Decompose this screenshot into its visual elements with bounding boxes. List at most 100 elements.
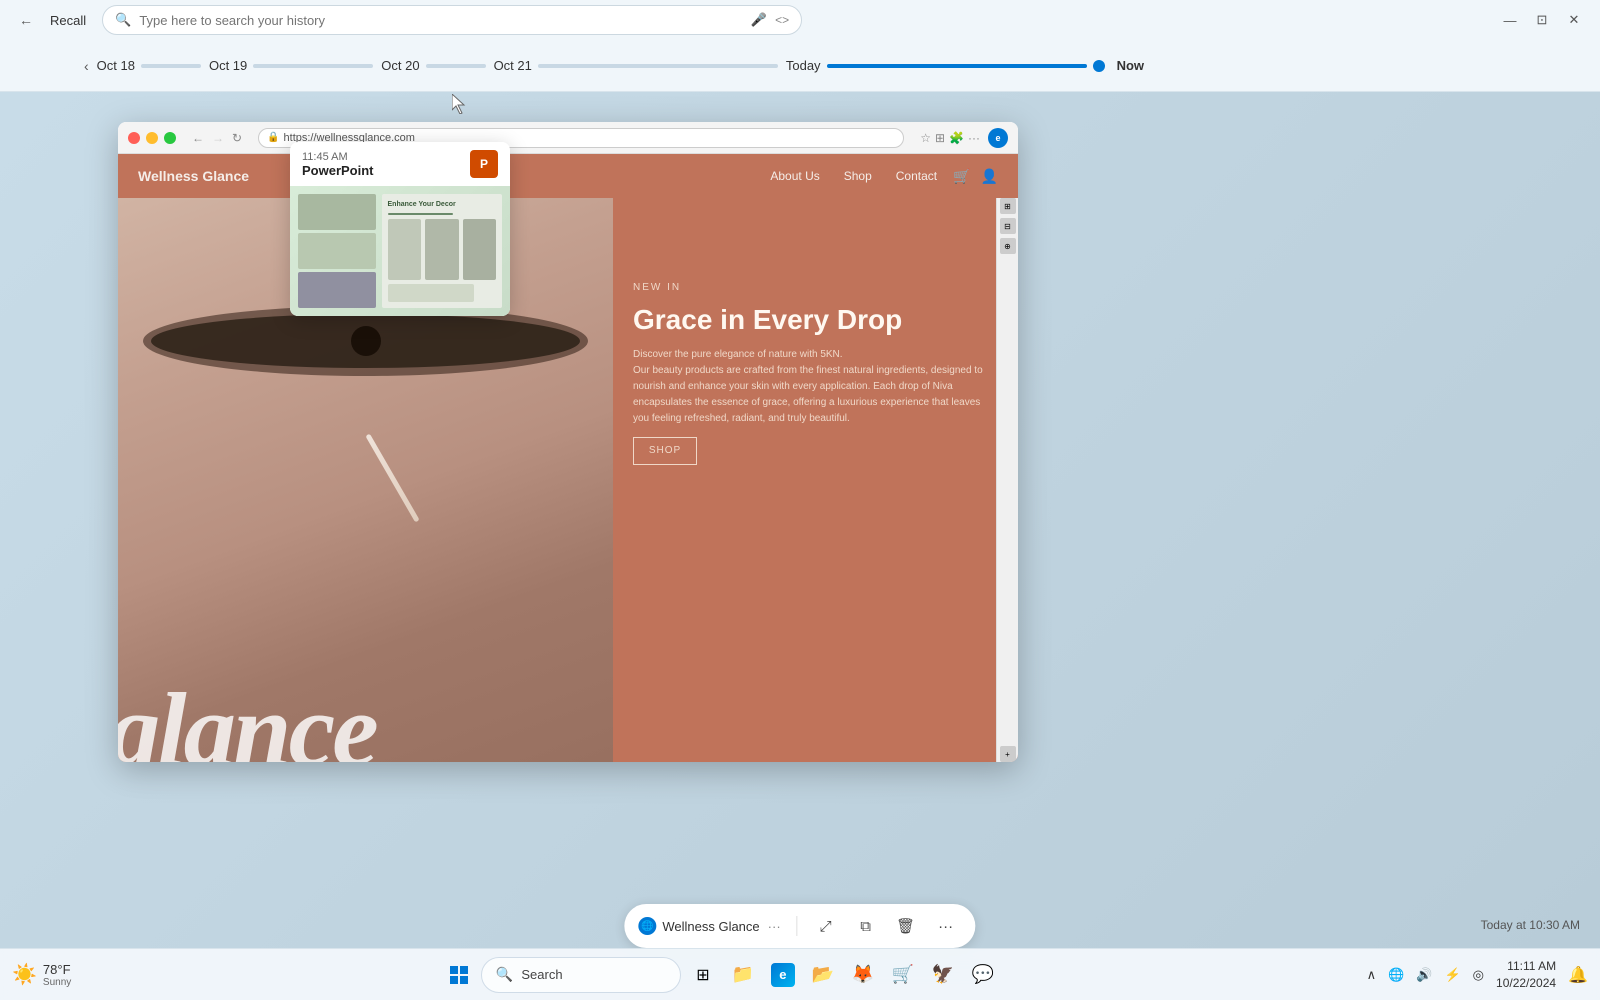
browser-tab-icon[interactable]: ⊞ bbox=[935, 131, 945, 145]
website-nav: Wellness Glance About Us Shop Contact 🛒 … bbox=[118, 154, 1018, 198]
ppt-app-name: PowerPoint bbox=[302, 163, 374, 178]
timeline-date-oct19: Oct 19 bbox=[209, 58, 247, 73]
taskbar-clock[interactable]: 11:11 AM 10/22/2024 bbox=[1496, 958, 1556, 992]
timeline-bar-oct18 bbox=[141, 64, 201, 68]
mic-icon[interactable]: 🎤 bbox=[751, 12, 767, 28]
taskbar-app2[interactable]: 🦅 bbox=[925, 957, 961, 993]
address-lock-icon: 🔒 bbox=[267, 132, 279, 143]
window-controls: — ⊡ ✕ bbox=[1496, 6, 1588, 34]
cart-icon[interactable]: 🛒 bbox=[953, 168, 970, 185]
timeline-bar-oct20 bbox=[426, 64, 486, 68]
sidebar-icon-3[interactable]: ⊟ bbox=[1000, 218, 1016, 234]
sidebar-icon-4[interactable]: ⊕ bbox=[1000, 238, 1016, 254]
browser-min-btn[interactable] bbox=[146, 132, 158, 144]
back-button[interactable]: ← bbox=[12, 6, 40, 34]
taskbar-explorer[interactable]: 📂 bbox=[805, 957, 841, 993]
taskbar-firefox[interactable]: 🦊 bbox=[845, 957, 881, 993]
nav-contact[interactable]: Contact bbox=[896, 169, 937, 183]
timeline-oct20[interactable]: Oct 20 bbox=[381, 58, 485, 73]
new-in-badge: NEW IN bbox=[633, 282, 998, 293]
hero-title: Grace in Every Drop bbox=[633, 303, 998, 337]
timeline-back-button[interactable]: ‹ bbox=[80, 54, 93, 78]
taskbar-right: ∧ 🌐 🔊 ⚡ ◎ 11:11 AM 10/22/2024 🔔 bbox=[1363, 958, 1588, 992]
taskbar-left: ☀️ 78°F Sunny bbox=[12, 962, 79, 988]
site-logo: Wellness Glance bbox=[138, 168, 249, 184]
edge-logo: e bbox=[988, 128, 1008, 148]
minimize-button[interactable]: — bbox=[1496, 6, 1524, 34]
taskbar-search-icon: 🔍 bbox=[496, 966, 513, 983]
taskbar-teams[interactable]: 💬 bbox=[965, 957, 1001, 993]
action-bar-app-icon: 🌐 bbox=[638, 917, 656, 935]
action-bar: 🌐 Wellness Glance ··· ⤢ ⧉ 🗑 ··· bbox=[624, 904, 975, 948]
sidebar-icon-2[interactable]: ⊞ bbox=[1000, 198, 1016, 214]
taskbar-files[interactable]: 📁 bbox=[725, 957, 761, 993]
clock-time: 11:11 AM bbox=[1496, 958, 1556, 975]
history-search-input[interactable] bbox=[139, 13, 743, 28]
taskbar-browser-edge[interactable]: e bbox=[765, 957, 801, 993]
user-icon[interactable]: 👤 bbox=[981, 168, 998, 185]
history-search-bar[interactable]: 🔍 🎤 <> bbox=[102, 5, 802, 35]
timeline-oct21[interactable]: Oct 21 bbox=[494, 58, 778, 73]
screenshot-timestamp: Today at 10:30 AM bbox=[1481, 918, 1580, 932]
weather-widget: 78°F Sunny bbox=[43, 962, 71, 988]
browser-fav-icon[interactable]: ☆ bbox=[920, 131, 931, 145]
browser-menu-icon[interactable]: ··· bbox=[968, 131, 980, 145]
ppt-main-panel: Enhance Your Decor bbox=[382, 194, 502, 308]
browser-refresh-icon[interactable]: ↻ bbox=[232, 131, 242, 145]
browser-max-btn[interactable] bbox=[164, 132, 176, 144]
edge-sidebar: ⊞ e ⊞ ⊟ ⊕ + bbox=[996, 154, 1018, 762]
action-bar-app-name: Wellness Glance bbox=[662, 919, 759, 934]
start-button[interactable] bbox=[441, 957, 477, 993]
taskbar-center: 🔍 Search ⊞ 📁 e 📂 🦊 🛒 🦅 💬 bbox=[79, 957, 1362, 993]
timeline-oct18[interactable]: Oct 18 bbox=[97, 58, 201, 73]
ppt-slide-title: Enhance Your Decor bbox=[388, 200, 496, 209]
timeline-today[interactable]: Today bbox=[786, 58, 1105, 73]
ppt-thumbnail[interactable]: Enhance Your Decor bbox=[290, 186, 510, 316]
tray-volume[interactable]: 🔊 bbox=[1412, 963, 1436, 987]
action-bar-app: 🌐 Wellness Glance ··· bbox=[638, 917, 780, 935]
tray-chevron[interactable]: ∧ bbox=[1363, 963, 1381, 987]
shop-button[interactable]: SHOP bbox=[633, 437, 697, 465]
sidebar-icon-add[interactable]: + bbox=[1000, 746, 1016, 762]
nav-about[interactable]: About Us bbox=[770, 169, 819, 183]
timeline-oct19[interactable]: Oct 19 bbox=[209, 58, 373, 73]
action-copy-button[interactable]: ⧉ bbox=[850, 910, 882, 942]
code-icon[interactable]: <> bbox=[775, 13, 789, 27]
nav-shop[interactable]: Shop bbox=[844, 169, 872, 183]
timeline-date-oct20: Oct 20 bbox=[381, 58, 419, 73]
action-bar-overflow[interactable]: ··· bbox=[768, 919, 781, 934]
ppt-slide-images bbox=[388, 219, 496, 280]
browser-forward-icon[interactable]: → bbox=[212, 131, 224, 145]
action-delete-button[interactable]: 🗑 bbox=[890, 910, 922, 942]
tray-network[interactable]: 🌐 bbox=[1384, 963, 1408, 987]
glance-hero-text: glance bbox=[118, 677, 613, 762]
browser-back-icon[interactable]: ← bbox=[192, 131, 204, 145]
timeline-date-oct18: Oct 18 bbox=[97, 58, 135, 73]
maximize-button[interactable]: ⊡ bbox=[1528, 6, 1556, 34]
ppt-slide-panel bbox=[298, 194, 376, 308]
browser-body: Wellness Glance About Us Shop Contact 🛒 … bbox=[118, 154, 1018, 762]
taskbar: ☀️ 78°F Sunny 🔍 Search ⊞ 📁 bbox=[0, 948, 1600, 1000]
close-button[interactable]: ✕ bbox=[1560, 6, 1588, 34]
browser-close-btn[interactable] bbox=[128, 132, 140, 144]
titlebar-nav: ← bbox=[12, 6, 40, 34]
timeline: ‹ Oct 18 Oct 19 Oct 20 Oct 21 Today Now bbox=[0, 40, 1600, 92]
timeline-bar-oct21 bbox=[538, 64, 778, 68]
taskbar-search[interactable]: 🔍 Search bbox=[481, 957, 681, 993]
clock-date: 10/22/2024 bbox=[1496, 975, 1556, 992]
action-expand-button[interactable]: ⤢ bbox=[810, 910, 842, 942]
tray-battery[interactable]: ⚡ bbox=[1440, 963, 1464, 987]
taskbar-search-label: Search bbox=[521, 967, 562, 982]
tray-recall[interactable]: ◎ bbox=[1469, 963, 1488, 987]
notification-button[interactable]: 🔔 bbox=[1568, 965, 1588, 985]
hero-description: Discover the pure elegance of nature wit… bbox=[633, 347, 998, 427]
taskbar-store[interactable]: 🛒 bbox=[885, 957, 921, 993]
timeline-now-label: Now bbox=[1117, 58, 1144, 73]
browser-ext-icon[interactable]: 🧩 bbox=[949, 131, 964, 145]
action-more-button[interactable]: ··· bbox=[930, 910, 962, 942]
browser-window: ← → ↻ 🔒 https://wellnessglance.com ☆ ⊞ 🧩… bbox=[118, 122, 1018, 762]
taskbar-taskview[interactable]: ⊞ bbox=[685, 957, 721, 993]
timeline-bar-oct19 bbox=[253, 64, 373, 68]
ppt-underline bbox=[388, 213, 453, 215]
ppt-popup[interactable]: 11:45 AM PowerPoint P Enhance Your Decor bbox=[290, 142, 510, 316]
